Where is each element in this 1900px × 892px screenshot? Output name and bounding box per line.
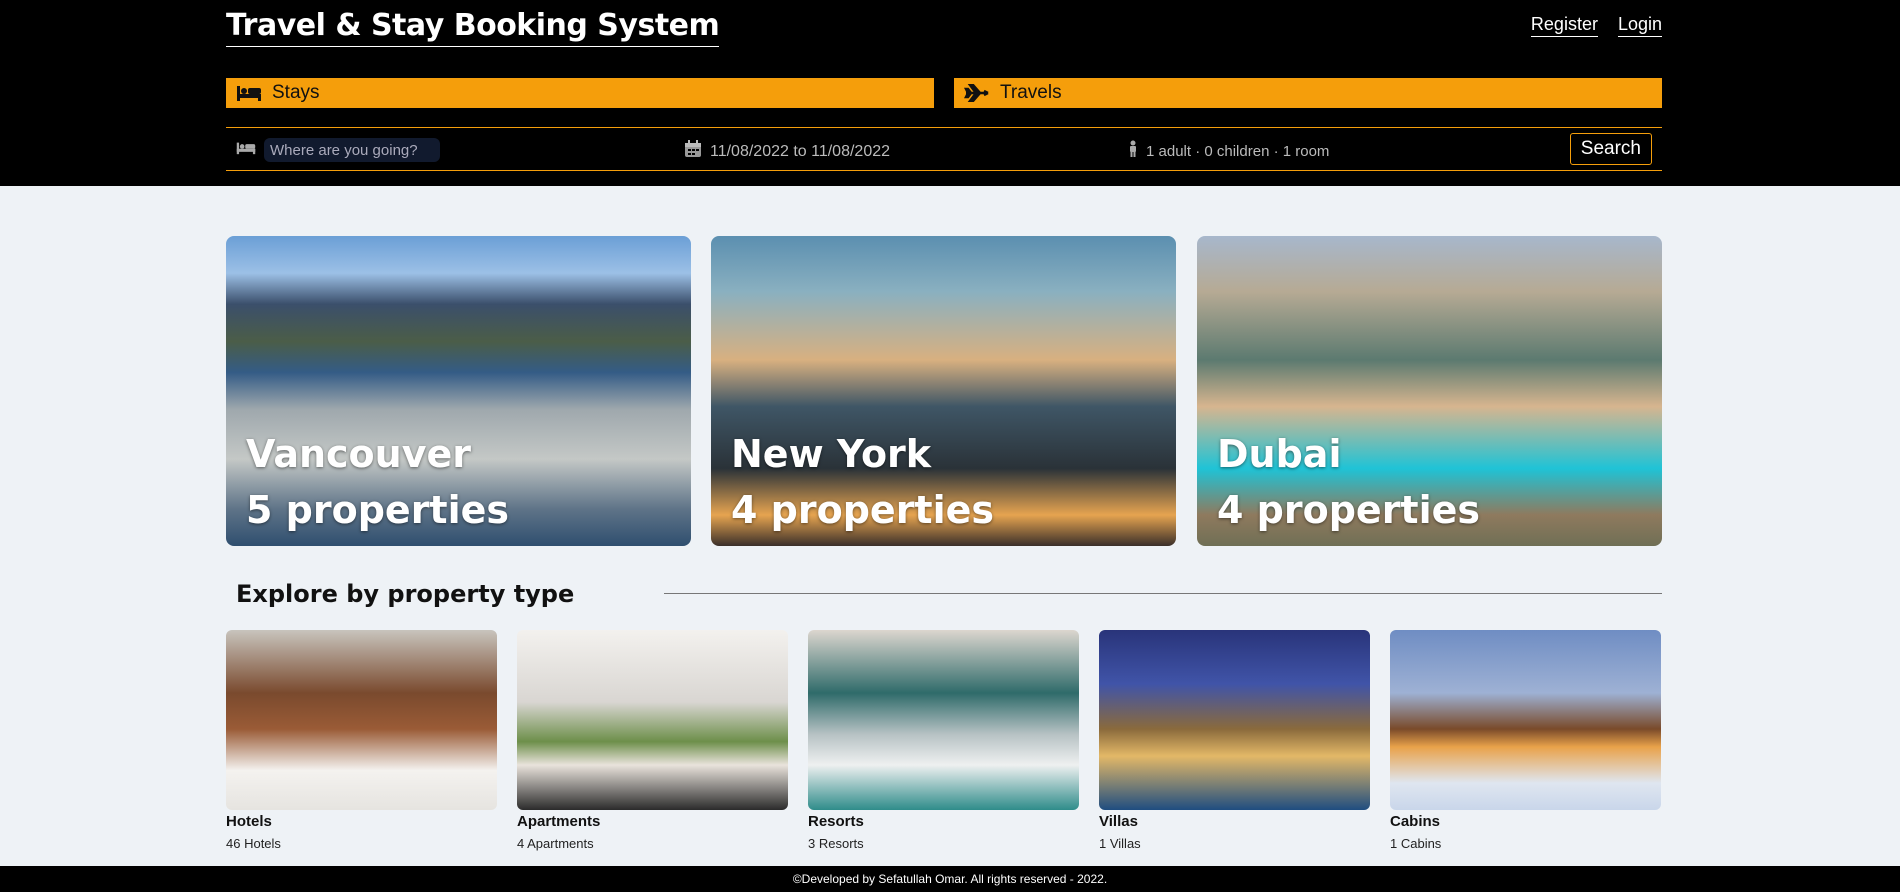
header: Travel & Stay Booking System Register Lo…	[0, 0, 1900, 186]
footer: ©Developed by Sefatullah Omar. All right…	[0, 866, 1900, 892]
property-type-card[interactable]: Villas 1 Villas	[1099, 630, 1370, 851]
occupancy-text: 1 adult · 0 children · 1 room	[1146, 142, 1330, 160]
destination-field	[236, 138, 440, 162]
property-type-name: Villas	[1099, 813, 1138, 830]
brand-title[interactable]: Travel & Stay Booking System	[226, 8, 720, 47]
featured-city-card[interactable]: Vancouver 5 properties	[226, 236, 691, 546]
destination-input[interactable]	[264, 138, 440, 162]
property-type-count: 1 Villas	[1099, 836, 1141, 851]
featured-city-properties: 4 properties	[731, 488, 995, 532]
search-button[interactable]: Search	[1569, 133, 1652, 165]
featured-city-properties: 5 properties	[246, 488, 510, 532]
login-link[interactable]: Login	[1617, 14, 1662, 37]
property-type-card[interactable]: Cabins 1 Cabins	[1390, 630, 1661, 851]
property-type-image	[517, 630, 788, 810]
property-type-name: Resorts	[808, 813, 864, 830]
section-title: Explore by property type	[236, 580, 575, 608]
auth-links: Register Login	[1530, 14, 1662, 37]
bed-icon	[236, 84, 262, 102]
featured-city-name: Vancouver	[246, 432, 471, 476]
property-type-image	[808, 630, 1079, 810]
featured-city-name: New York	[731, 432, 932, 476]
featured-city-text: Dubai 4 properties	[1217, 426, 1480, 538]
property-type-count: 1 Cabins	[1390, 836, 1442, 851]
property-type-count: 4 Apartments	[517, 836, 594, 851]
featured-city-text: Vancouver 5 properties	[246, 426, 509, 538]
property-type-card[interactable]: Apartments 4 Apartments	[517, 630, 788, 851]
mode-stays-label: Stays	[272, 82, 320, 103]
bed-icon	[236, 141, 256, 160]
date-range-text: 11/08/2022 to 11/08/2022	[710, 142, 891, 160]
property-type-count: 3 Resorts	[808, 836, 864, 851]
property-type-name: Cabins	[1390, 813, 1441, 830]
property-type-name: Apartments	[517, 813, 601, 830]
plane-icon	[964, 84, 990, 102]
section-divider	[664, 593, 1662, 594]
mode-stays-button[interactable]: Stays	[226, 78, 934, 108]
property-type-image	[1099, 630, 1370, 810]
mode-travels-button[interactable]: Travels	[954, 78, 1662, 108]
property-type-image	[226, 630, 497, 810]
featured-city-name: Dubai	[1217, 432, 1342, 476]
occupancy-selector[interactable]: 1 adult · 0 children · 1 room	[1128, 140, 1329, 162]
property-type-card[interactable]: Hotels 46 Hotels	[226, 630, 497, 851]
property-type-name: Hotels	[226, 813, 272, 830]
calendar-icon	[684, 140, 702, 163]
featured-city-text: New York 4 properties	[731, 426, 994, 538]
date-range-picker[interactable]: 11/08/2022 to 11/08/2022	[684, 140, 890, 163]
search-bar: 11/08/2022 to 11/08/2022 1 adult · 0 chi…	[226, 127, 1662, 171]
property-type-image	[1390, 630, 1661, 810]
person-icon	[1128, 140, 1138, 162]
register-link[interactable]: Register	[1530, 14, 1598, 37]
property-type-card[interactable]: Resorts 3 Resorts	[808, 630, 1079, 851]
mode-travels-label: Travels	[1000, 82, 1062, 103]
property-type-count: 46 Hotels	[226, 836, 281, 851]
featured-city-properties: 4 properties	[1217, 488, 1481, 532]
featured-city-card[interactable]: Dubai 4 properties	[1197, 236, 1662, 546]
featured-city-card[interactable]: New York 4 properties	[711, 236, 1176, 546]
